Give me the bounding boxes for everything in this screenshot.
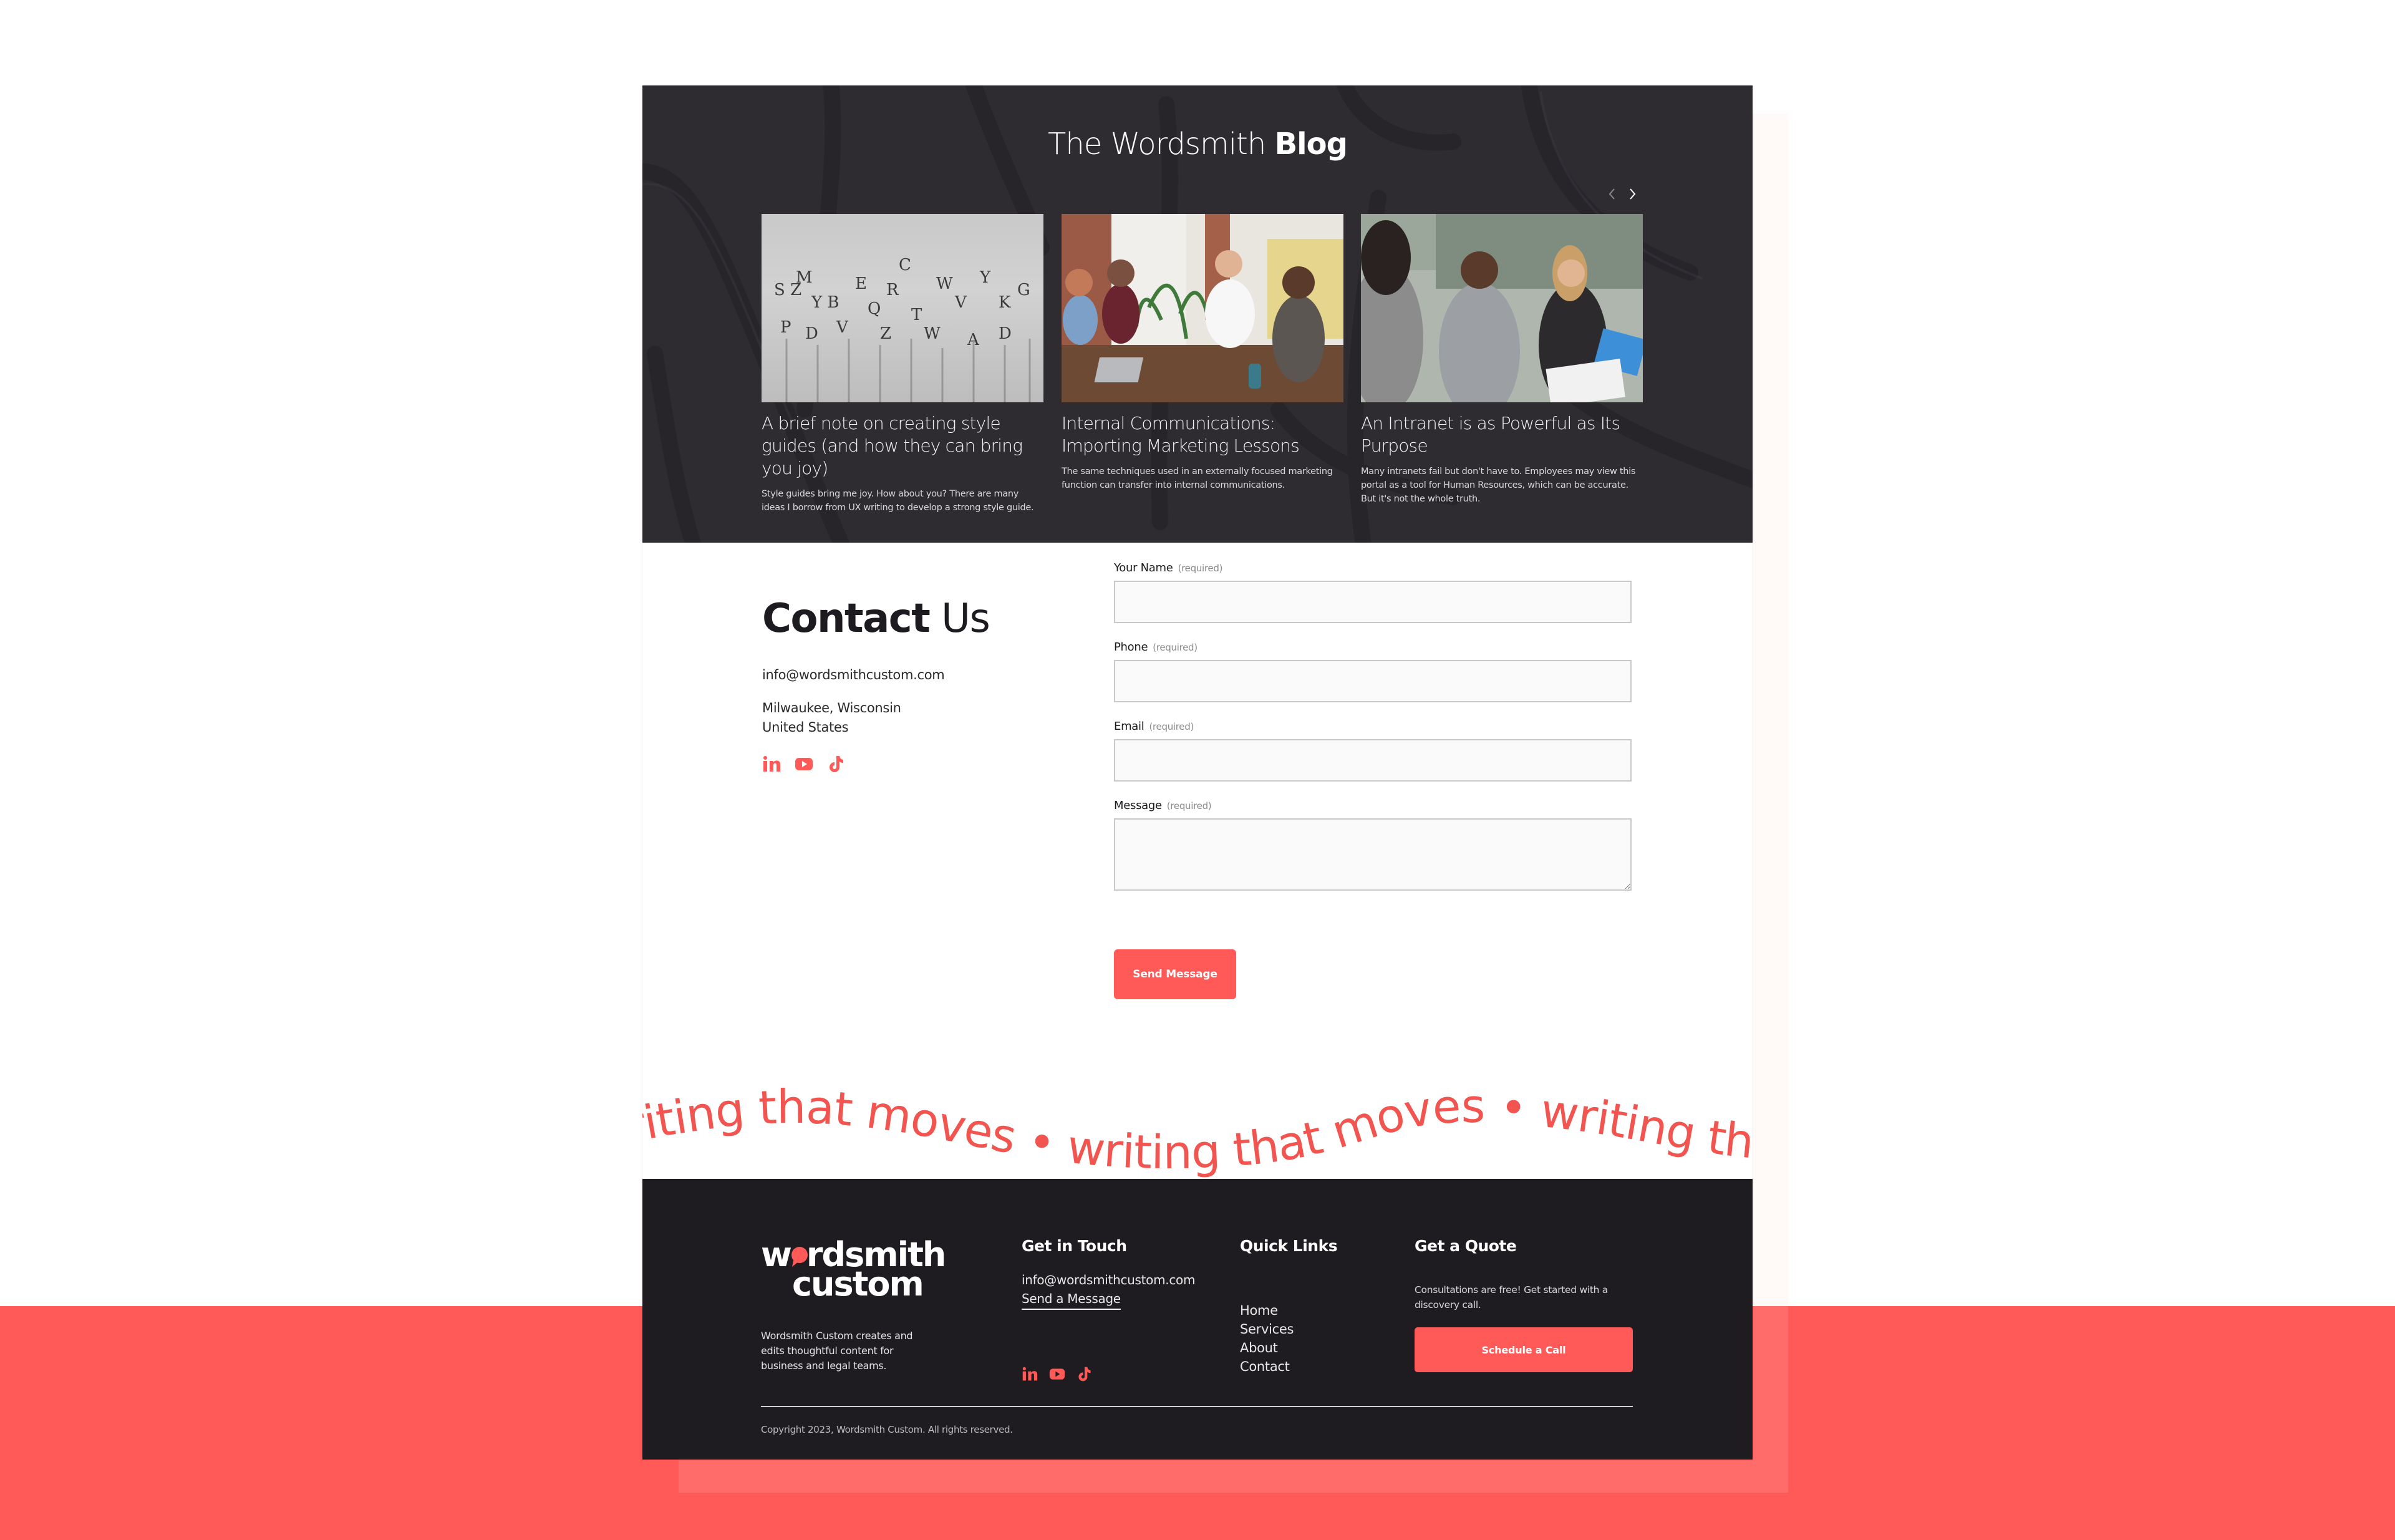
phone-label: Phone (required) [1114,641,1198,654]
contact-social-links [762,755,846,773]
blog-card-title[interactable]: Internal Communications: Importing Marke… [1062,412,1343,457]
svg-text:D: D [805,324,818,343]
svg-text:K: K [999,293,1011,312]
tiktok-icon[interactable] [827,755,846,773]
footer-email-link[interactable]: info@wordsmithcustom.com [1022,1272,1195,1287]
letters-image: S ZMY BE QRTW VYKG PDVZ W A DC [774,256,1031,402]
svg-text:Z: Z [880,324,891,343]
website-page: The Wordsmith Blog S ZMY BE QRTW VYKG PD… [642,85,1753,1460]
tiktok-icon[interactable] [1077,1366,1093,1382]
footer-description: Wordsmith Custom creates and edits thoug… [761,1330,913,1372]
youtube-icon[interactable] [795,755,813,773]
blog-card-title[interactable]: A brief note on creating style guides (a… [762,412,1043,480]
footer-link-about[interactable]: About [1240,1339,1294,1357]
copyright-text: Copyright 2023, Wordsmith Custom. All ri… [761,1424,1013,1435]
svg-text:G: G [1017,281,1030,299]
blog-section: The Wordsmith Blog S ZMY BE QRTW VYKG PD… [642,85,1753,543]
phone-input[interactable] [1114,660,1632,702]
svg-text:V: V [836,318,849,337]
blog-card-title[interactable]: An Intranet is as Powerful as Its Purpos… [1361,412,1643,457]
blog-heading: The Wordsmith Blog [1048,127,1348,162]
quick-links-nav: Home Services About Contact [1240,1301,1294,1376]
message-label: Message (required) [1114,799,1212,812]
svg-text:Y: Y [979,268,991,287]
schedule-a-call-button[interactable]: Schedule a Call [1415,1327,1633,1372]
svg-text:W: W [936,274,953,293]
svg-text:P: P [780,318,791,337]
svg-text:V: V [954,293,967,312]
site-footer: w rdsmith custom Wordsmith Custom create… [642,1179,1753,1460]
svg-text:T: T [911,306,922,324]
linkedin-icon[interactable] [762,755,781,773]
svg-text:C: C [899,256,911,274]
get-a-quote-heading: Get a Quote [1415,1237,1517,1255]
blog-card-image[interactable] [1062,214,1343,402]
get-in-touch-heading: Get in Touch [1022,1237,1127,1255]
svg-text:Q: Q [868,299,881,318]
carousel-controls [1607,187,1638,201]
blog-card[interactable]: Internal Communications: Importing Marke… [1062,214,1343,492]
blog-card-excerpt: The same techniques used in an externall… [1062,467,1333,490]
blog-card[interactable]: An Intranet is as Powerful as Its Purpos… [1361,214,1643,506]
send-message-button[interactable]: Send Message [1114,949,1236,999]
send-a-message-link[interactable]: Send a Message [1022,1291,1121,1310]
speech-bubble-icon [791,1247,808,1263]
footer-link-services[interactable]: Services [1240,1320,1294,1339]
svg-text:W: W [924,324,941,343]
blog-card[interactable]: S ZMY BE QRTW VYKG PDVZ WADC A brief not… [762,214,1043,515]
writing-that-moves-banner: writing that moves • writing that moves … [642,1034,1753,1196]
quick-links-heading: Quick Links [1240,1237,1338,1255]
quote-description: Consultations are free! Get started with… [1415,1284,1608,1310]
svg-text:E: E [855,274,867,293]
blog-card-excerpt: Many intranets fail but don't have to. E… [1361,467,1636,504]
colleagues-photo [1361,214,1643,402]
contact-address: Milwaukee, Wisconsin United States [762,700,901,735]
svg-text:R: R [886,281,899,299]
svg-text:custom: custom [792,1264,923,1300]
wordsmith-custom-logo[interactable]: w rdsmith custom [761,1238,948,1300]
banner-text: writing that moves • writing that moves … [642,1034,1753,1179]
email-label: Email (required) [1114,720,1194,733]
footer-social-links [1022,1366,1093,1382]
name-label: Your Name (required) [1114,561,1223,574]
contact-heading: Contact Us [762,596,990,642]
footer-link-home[interactable]: Home [1240,1301,1294,1320]
linkedin-icon[interactable] [1022,1366,1038,1382]
footer-divider [761,1406,1633,1407]
message-textarea[interactable] [1114,818,1632,891]
blog-card-excerpt: Style guides bring me joy. How about you… [762,489,1034,513]
name-input[interactable] [1114,581,1632,623]
contact-email[interactable]: info@wordsmithcustom.com [762,667,945,682]
blog-card-image[interactable]: S ZMY BE QRTW VYKG PDVZ WADC [762,214,1043,402]
email-input[interactable] [1114,739,1632,782]
chevron-right-icon[interactable] [1627,187,1638,201]
meeting-photo [1062,214,1343,402]
blog-card-image[interactable] [1361,214,1643,402]
chevron-left-icon[interactable] [1607,187,1618,201]
youtube-icon[interactable] [1049,1366,1065,1382]
footer-link-contact[interactable]: Contact [1240,1357,1294,1376]
svg-text:M: M [796,268,813,287]
svg-text:Y B: Y B [811,293,839,312]
svg-text:D: D [999,324,1012,343]
